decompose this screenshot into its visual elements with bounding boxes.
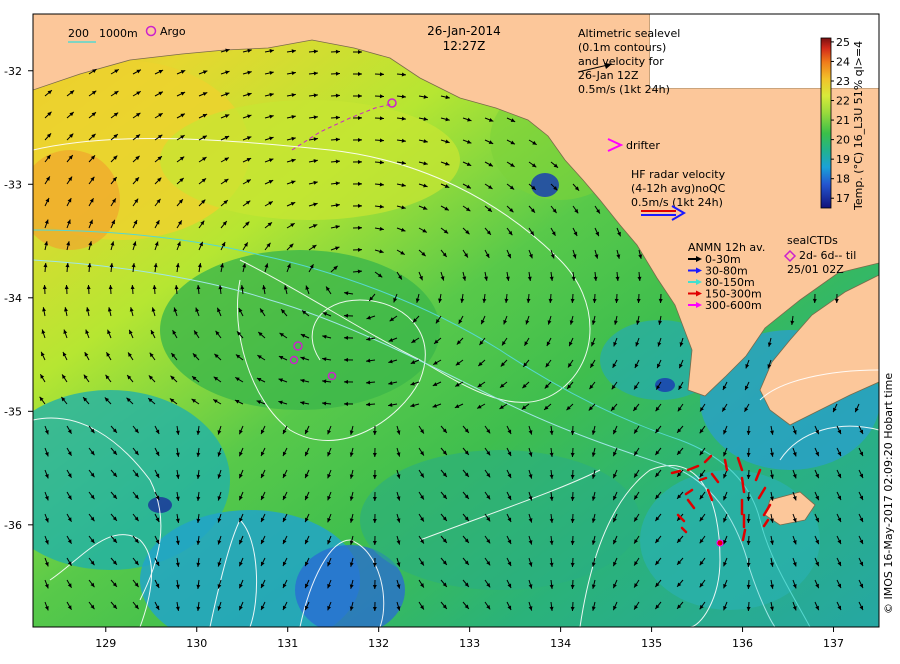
altimetry-line-2: (0.1m contours) bbox=[578, 41, 666, 54]
altimetry-line-1: Altimetric sealevel bbox=[578, 27, 680, 40]
colorbar-tick-label: 22 bbox=[836, 95, 850, 108]
y-axis: -32 -33 -34 -35 -36 bbox=[4, 65, 33, 532]
hf-radar-line-2: (4-12h avg)noQC bbox=[631, 182, 726, 195]
x-tick-label: 130 bbox=[186, 637, 207, 650]
x-axis: 129 130 131 132 133 134 135 136 137 bbox=[95, 627, 844, 650]
seal-ctd-line-3: 25/01 02Z bbox=[787, 263, 844, 276]
hf-radar-line-3: 0.5m/s (1kt 24h) bbox=[631, 196, 723, 209]
colorbar-label: Temp. (°C) 16_L3U 51% ql>=4 bbox=[852, 41, 865, 211]
isobath-200-label: 200 bbox=[68, 27, 89, 40]
colorbar-tick-label: 25 bbox=[836, 36, 850, 49]
x-tick-label: 129 bbox=[95, 637, 116, 650]
colorbar-tick-label: 18 bbox=[836, 173, 850, 186]
drifter-label: drifter bbox=[626, 139, 660, 152]
map-canvas: 129 130 131 132 133 134 135 136 137 -32 -33 -34 -35… bbox=[0, 0, 900, 660]
anmn-item-label: 300-600m bbox=[705, 299, 762, 312]
colorbar-tick-label: 17 bbox=[836, 192, 850, 205]
colorbar-tick-label: 23 bbox=[836, 75, 850, 88]
colorbar: 25 24 23 22 21 20 19 18 17 Temp. (°C) 16_L3U 51%… bbox=[821, 36, 865, 211]
map-figure: 129 130 131 132 133 134 135 136 137 -32 -33 -34 -35… bbox=[0, 0, 900, 660]
seal-ctd-line-2: 2d- 6d-- til bbox=[799, 249, 856, 262]
y-tick-label: -33 bbox=[4, 178, 22, 191]
isobath-1000-label: 1000m bbox=[99, 27, 138, 40]
y-tick-label: -32 bbox=[4, 65, 22, 78]
title-date: 26-Jan-2014 bbox=[427, 24, 501, 38]
x-tick-label: 137 bbox=[823, 637, 844, 650]
y-tick-label: -35 bbox=[4, 405, 22, 418]
hf-radar-line-1: HF radar velocity bbox=[631, 168, 726, 181]
colorbar-tick-label: 20 bbox=[836, 134, 850, 147]
altimetry-line-5: 0.5m/s (1kt 24h) bbox=[578, 83, 670, 96]
colorbar-tick-label: 24 bbox=[836, 55, 850, 68]
colorbar-ramp bbox=[821, 38, 831, 208]
y-tick-label: -36 bbox=[4, 519, 22, 532]
credit-text: © IMOS 16-May-2017 02:09:20 Hobart time bbox=[882, 373, 895, 614]
x-tick-label: 134 bbox=[550, 637, 571, 650]
x-tick-label: 135 bbox=[641, 637, 662, 650]
colorbar-tick-label: 19 bbox=[836, 153, 850, 166]
y-tick-label: -34 bbox=[4, 292, 22, 305]
seal-ctd-title: sealCTDs bbox=[787, 234, 838, 247]
title-time: 12:27Z bbox=[443, 39, 486, 53]
altimetry-line-3: and velocity for bbox=[578, 55, 664, 68]
argo-legend-label: Argo bbox=[160, 25, 186, 38]
anmn-mooring bbox=[717, 540, 723, 546]
x-tick-label: 131 bbox=[277, 637, 298, 650]
altimetry-line-4: 26-Jan 12Z bbox=[578, 69, 639, 82]
x-tick-label: 136 bbox=[732, 637, 753, 650]
x-tick-label: 132 bbox=[368, 637, 389, 650]
colorbar-tick-label: 21 bbox=[836, 114, 850, 127]
x-tick-label: 133 bbox=[459, 637, 480, 650]
